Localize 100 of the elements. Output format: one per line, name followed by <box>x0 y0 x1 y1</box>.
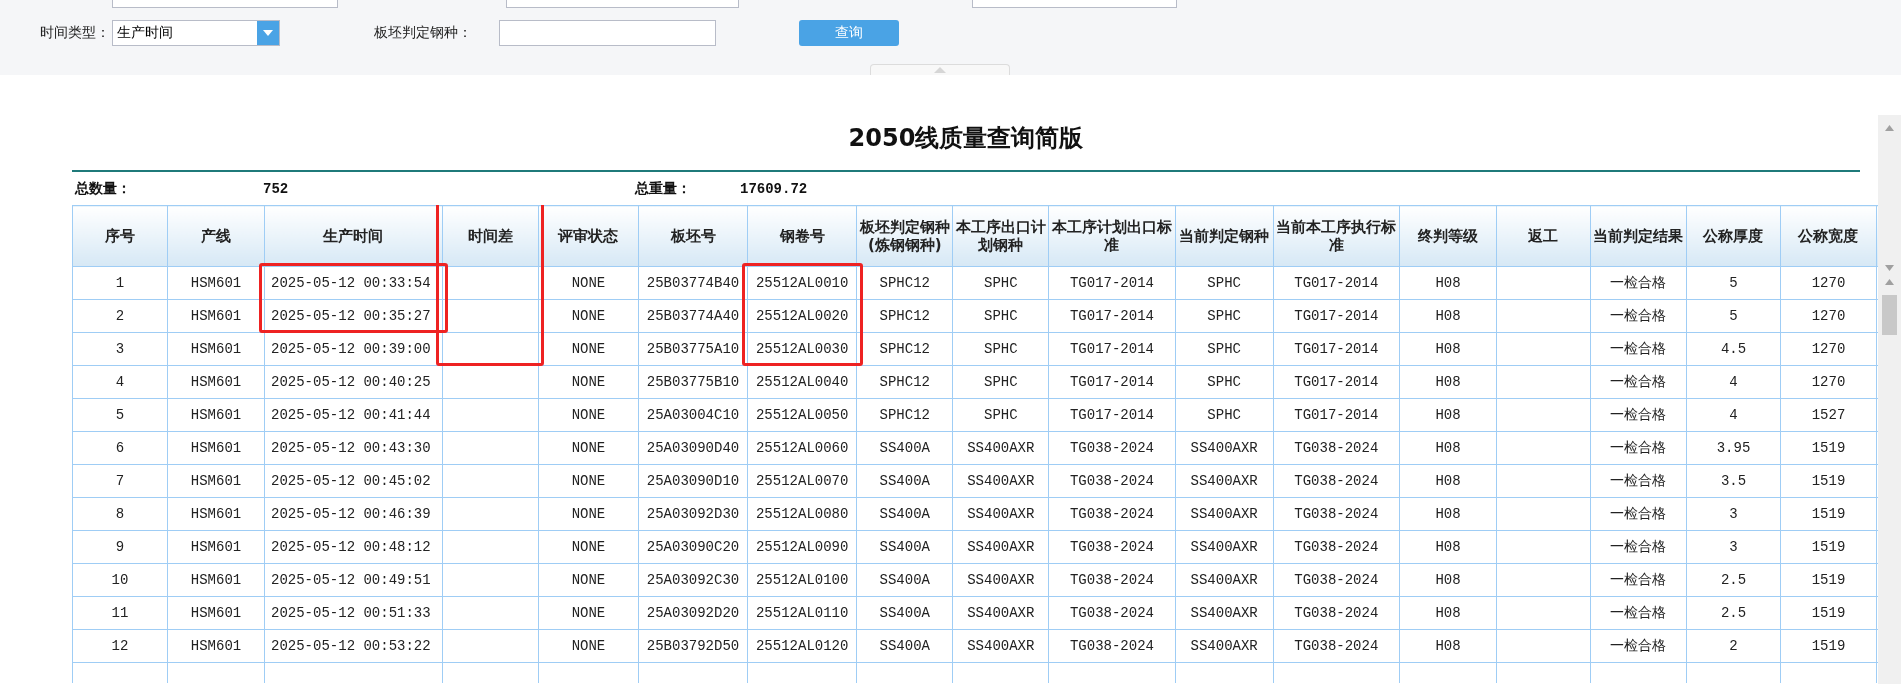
column-header[interactable]: 公称宽度 <box>1780 205 1877 267</box>
table-cell: 3 <box>1686 497 1781 531</box>
table-cell: 2 <box>1686 629 1781 663</box>
column-header[interactable]: 序号 <box>72 205 168 267</box>
column-header[interactable]: 当前本工序执行标准 <box>1273 205 1400 267</box>
column-header[interactable]: 产线 <box>167 205 265 267</box>
table-cell: NONE <box>538 365 639 399</box>
column-header[interactable]: 公称厚度 <box>1686 205 1781 267</box>
table-cell: 25512AL0010 <box>747 266 857 300</box>
table-cell: TG038-2024 <box>1273 497 1400 531</box>
table-cell: 3.5 <box>1686 464 1781 498</box>
column-header[interactable]: 板坯号 <box>638 205 748 267</box>
table-cell: 1519 <box>1780 431 1877 465</box>
table-cell: 25512AL0100 <box>747 563 857 597</box>
scroll-up-icon[interactable] <box>1885 279 1894 285</box>
scroll-down-icon[interactable] <box>1885 265 1894 271</box>
table-cell: 3 <box>1686 530 1781 564</box>
column-header[interactable]: 钢卷号 <box>747 205 857 267</box>
column-header[interactable]: 本工序计划出口标准 <box>1048 205 1176 267</box>
table-cell: TG038-2024 <box>1048 530 1176 564</box>
table-cell: SS400A <box>856 431 953 465</box>
table-cell: TG038-2024 <box>1273 629 1400 663</box>
column-header[interactable]: 生产时间 <box>264 205 443 267</box>
table-cell: 2 <box>72 299 168 333</box>
table-cell: 一检合格 <box>1590 398 1687 432</box>
table-cell: 25B03774A40 <box>638 299 748 333</box>
table-cell: 25A03090D40 <box>638 431 748 465</box>
table-cell: H08 <box>1399 266 1497 300</box>
table-cell: 2025-05-12 00:40:25 <box>264 365 443 399</box>
table-cell: 9 <box>72 530 168 564</box>
collapse-handle[interactable] <box>870 64 1010 75</box>
field-label: 时间类型： <box>40 24 111 42</box>
table-cell: SS400A <box>856 596 953 630</box>
column-header[interactable]: 当前判定钢种 <box>1175 205 1274 267</box>
scroll-thumb[interactable] <box>1882 295 1897 335</box>
table-cell: TG038-2024 <box>1273 596 1400 630</box>
table-cell: HSM601 <box>167 431 265 465</box>
table-cell: 25512AL0040 <box>747 365 857 399</box>
table-cell: SS400AXR <box>1175 629 1274 663</box>
table-cell: H08 <box>1399 530 1497 564</box>
table-cell: SS400AXR <box>952 596 1049 630</box>
table-cell: 25B03775A10 <box>638 332 748 366</box>
column-header[interactable]: 当前判定结果 <box>1590 205 1687 267</box>
table-cell: 2025-05-12 00:43:30 <box>264 431 443 465</box>
table-cell: H08 <box>1399 299 1497 333</box>
scrollbar[interactable] <box>1878 115 1901 684</box>
table-cell: 2.5 <box>1686 563 1781 597</box>
table-cell: 25B03775B10 <box>638 365 748 399</box>
table-cell: TG038-2024 <box>1048 596 1176 630</box>
column-header[interactable]: 评审状态 <box>538 205 639 267</box>
table-cell: H08 <box>1399 497 1497 531</box>
table-cell: 1519 <box>1780 596 1877 630</box>
table-cell: 25512AL0090 <box>747 530 857 564</box>
table-cell: SPHC <box>952 266 1049 300</box>
table-cell: H08 <box>1399 431 1497 465</box>
table-cell: 25A03090D10 <box>638 464 748 498</box>
table-cell: 8 <box>72 497 168 531</box>
scroll-up-icon[interactable] <box>1885 125 1894 131</box>
table-cell: SS400A <box>856 497 953 531</box>
table-cell: TG017-2014 <box>1273 365 1400 399</box>
column-header[interactable]: 返工 <box>1496 205 1591 267</box>
table-cell: TG038-2024 <box>1048 464 1176 498</box>
table-cell: SPHC <box>1175 266 1274 300</box>
table-cell: SS400AXR <box>952 497 1049 531</box>
table-cell: 25512AL0050 <box>747 398 857 432</box>
column-header[interactable]: 时间差 <box>442 205 539 267</box>
summary-value: 752 <box>263 180 290 197</box>
table-cell: TG017-2014 <box>1273 398 1400 432</box>
table-cell: SS400AXR <box>1175 596 1274 630</box>
table-cell: 3 <box>72 332 168 366</box>
table-cell: 25A03092D20 <box>638 596 748 630</box>
table-cell: 2025-05-12 00:49:51 <box>264 563 443 597</box>
table-cell: NONE <box>538 530 639 564</box>
table-cell: 25512AL0110 <box>747 596 857 630</box>
table-cell: SPHC <box>952 398 1049 432</box>
table-cell: NONE <box>538 299 639 333</box>
table-cell: SS400A <box>856 563 953 597</box>
column-header[interactable]: 板坯判定钢种(炼钢钢种) <box>856 205 953 267</box>
column-header[interactable]: 本工序出口计划钢种 <box>952 205 1049 267</box>
table-cell: 1519 <box>1780 464 1877 498</box>
table-cell: SPHC <box>1175 398 1274 432</box>
table-cell: 1270 <box>1780 299 1877 333</box>
table-cell: 12 <box>72 629 168 663</box>
table-cell: H08 <box>1399 398 1497 432</box>
input-field[interactable] <box>499 20 716 46</box>
table-cell: 一检合格 <box>1590 464 1687 498</box>
table-cell: 25A03004C10 <box>638 398 748 432</box>
table-cell: 25512AL0060 <box>747 431 857 465</box>
table-cell: 一检合格 <box>1590 530 1687 564</box>
table-cell: TG017-2014 <box>1048 398 1176 432</box>
column-header[interactable]: 终判等级 <box>1399 205 1497 267</box>
summary-label: 总数量： <box>73 179 132 198</box>
table-cell: NONE <box>538 431 639 465</box>
table-cell: TG017-2014 <box>1048 299 1176 333</box>
table-cell: 6 <box>72 431 168 465</box>
table-cell: TG038-2024 <box>1048 629 1176 663</box>
table-cell: 2025-05-12 00:53:22 <box>264 629 443 663</box>
table-cell: 1519 <box>1780 563 1877 597</box>
time-type-dropdown[interactable]: 生产时间 <box>112 20 280 46</box>
table-cell: SS400AXR <box>1175 530 1274 564</box>
